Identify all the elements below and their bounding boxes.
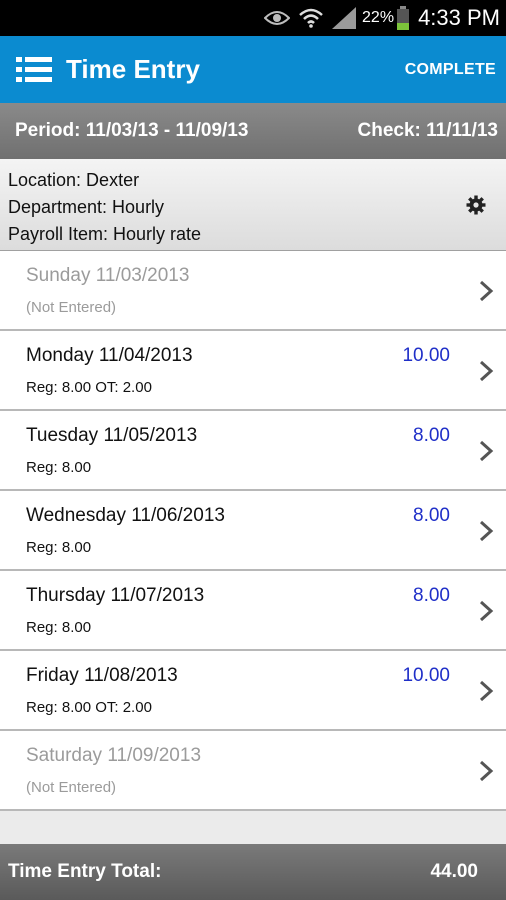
day-detail: Reg: 8.00 OT: 2.00 [26,699,152,716]
day-list: Sunday 11/03/2013 (Not Entered) Monday 1… [0,251,506,811]
day-row-sunday[interactable]: Sunday 11/03/2013 (Not Entered) [0,251,506,331]
day-detail: (Not Entered) [26,779,117,796]
total-value: 44.00 [430,861,478,882]
day-row-saturday[interactable]: Saturday 11/09/2013 (Not Entered) [0,731,506,811]
check-date-label: Check: 11/11/13 [357,120,499,141]
chevron-right-icon [476,679,496,703]
chevron-right-icon [476,279,496,303]
day-detail: Reg: 8.00 OT: 2.00 [26,379,152,396]
clock: 4:33 PM [418,5,500,30]
chevron-right-icon [476,439,496,463]
day-row-monday[interactable]: Monday 11/04/2013 Reg: 8.00 OT: 2.00 10.… [0,331,506,411]
day-label: Saturday 11/09/2013 [26,745,202,766]
day-hours: 8.00 [413,425,450,446]
day-row-friday[interactable]: Friday 11/08/2013 Reg: 8.00 OT: 2.00 10.… [0,651,506,731]
day-detail: Reg: 8.00 [26,539,92,556]
chevron-right-icon [476,519,496,543]
day-hours: 10.00 [402,345,450,366]
total-label: Time Entry Total: [8,861,162,882]
day-hours: 8.00 [413,505,450,526]
day-row-tuesday[interactable]: Tuesday 11/05/2013 Reg: 8.00 8.00 [0,411,506,491]
signal-icon [332,7,357,29]
day-label: Wednesday 11/06/2013 [26,505,225,526]
department-label: Department: Hourly [8,197,165,217]
menu-icon[interactable] [16,55,54,85]
day-row-wednesday[interactable]: Wednesday 11/06/2013 Reg: 8.00 8.00 [0,491,506,571]
status-bar: 22% 4:33 PM [0,0,506,36]
day-label: Thursday 11/07/2013 [26,585,205,606]
wifi-icon [298,8,324,28]
day-hours: 8.00 [413,585,450,606]
day-label: Tuesday 11/05/2013 [26,425,198,446]
day-row-thursday[interactable]: Thursday 11/07/2013 Reg: 8.00 8.00 [0,571,506,651]
location-label: Location: Dexter [8,170,140,190]
period-label: Period: 11/03/13 - 11/09/13 [15,120,249,141]
chevron-right-icon [476,759,496,783]
day-detail: Reg: 8.00 [26,459,92,476]
chevron-right-icon [476,599,496,623]
app-bar: Time Entry COMPLETE [0,36,506,103]
battery-icon [396,6,410,30]
payroll-item-label: Payroll Item: Hourly rate [8,224,202,244]
battery-percent: 22% [362,9,395,26]
job-info-panel: Location: Dexter Department: Hourly Payr… [0,159,506,251]
day-detail: Reg: 8.00 [26,619,92,636]
day-label: Monday 11/04/2013 [26,345,193,366]
page-title: Time Entry [66,54,200,84]
day-detail: (Not Entered) [26,299,117,316]
complete-button[interactable]: COMPLETE [405,36,496,103]
period-bar: Period: 11/03/13 - 11/09/13 Check: 11/11… [0,103,506,159]
chevron-right-icon [476,359,496,383]
total-bar: Time Entry Total: 44.00 [0,844,506,900]
gear-icon[interactable] [466,195,486,215]
day-hours: 10.00 [402,665,450,686]
eye-icon [264,9,291,27]
day-label: Friday 11/08/2013 [26,665,178,686]
day-label: Sunday 11/03/2013 [26,265,190,286]
